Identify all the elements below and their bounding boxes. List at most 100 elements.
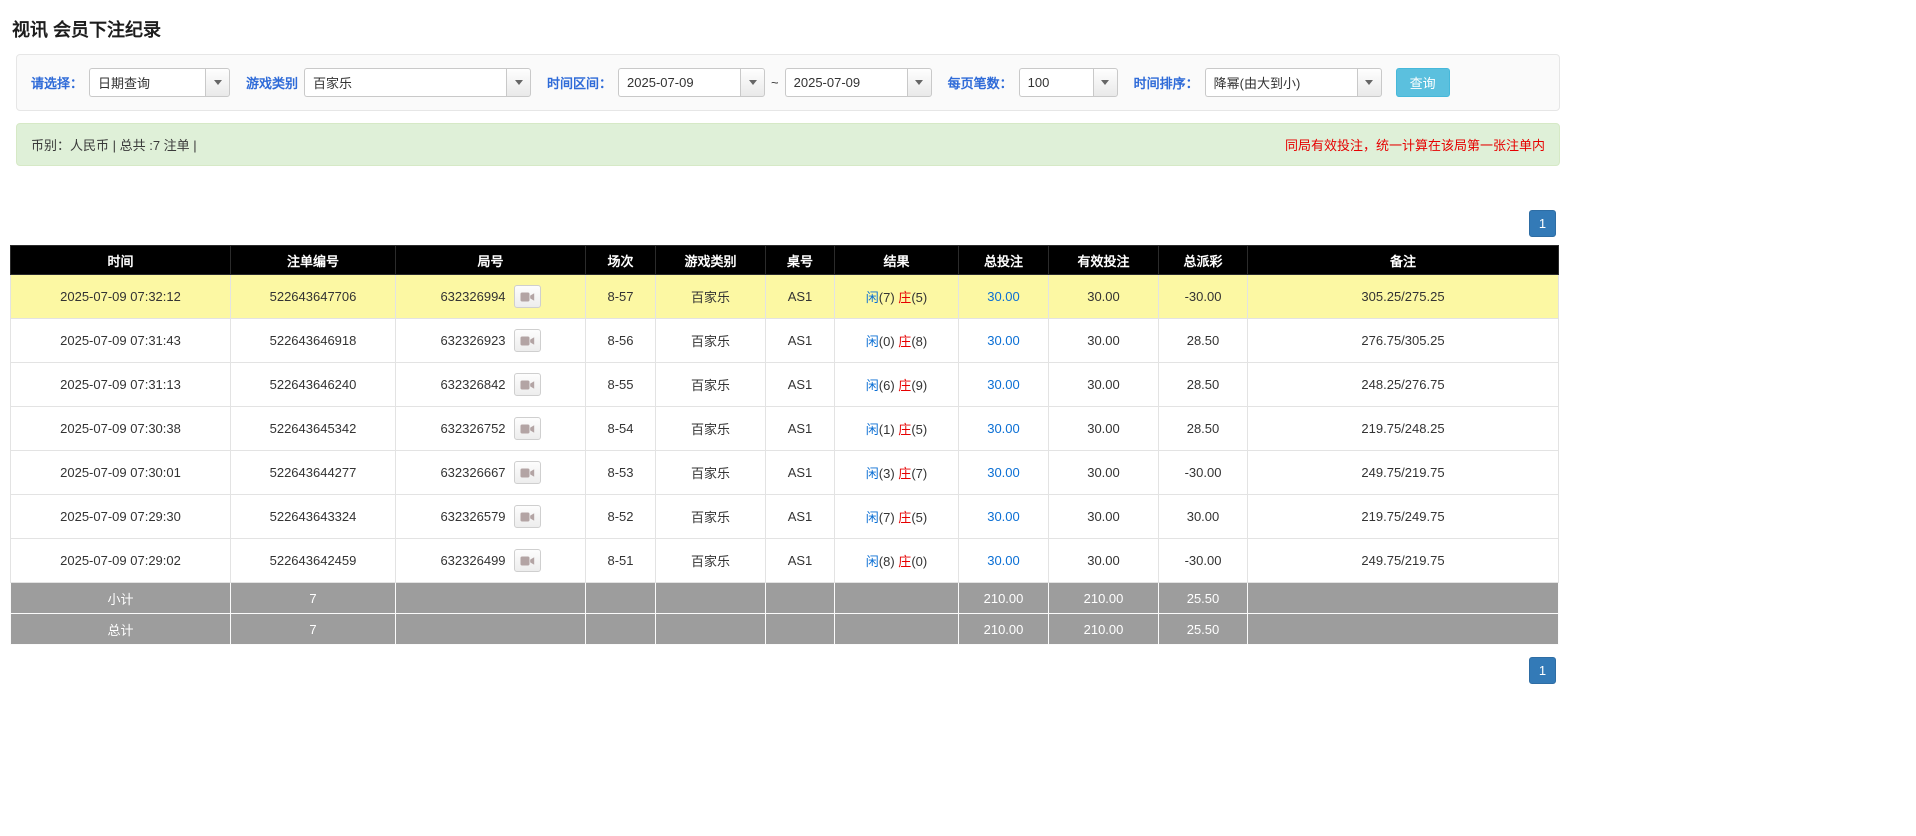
cell-time: 2025-07-09 07:30:38 bbox=[10, 406, 231, 451]
cell-total-bet: 30.00 bbox=[958, 450, 1049, 495]
game-type-dropdown-button[interactable] bbox=[506, 68, 532, 97]
result-banker: 庄 bbox=[898, 378, 912, 393]
cell-total-bet: 30.00 bbox=[958, 318, 1049, 363]
page-number-button[interactable]: 1 bbox=[1529, 657, 1556, 684]
cell-bet-id: 522643643324 bbox=[230, 494, 396, 539]
total-bet-link[interactable]: 30.00 bbox=[987, 553, 1020, 568]
video-replay-button[interactable] bbox=[513, 285, 541, 308]
cell-valid-bet: 30.00 bbox=[1048, 538, 1159, 583]
cell-valid-bet: 30.00 bbox=[1048, 274, 1159, 319]
cell-table-no: AS1 bbox=[765, 450, 835, 495]
page-number-button[interactable]: 1 bbox=[1529, 210, 1556, 237]
header-valid-bet: 有效投注 bbox=[1048, 245, 1159, 275]
time-sort-input[interactable] bbox=[1204, 68, 1357, 97]
total-bet-link[interactable]: 30.00 bbox=[987, 289, 1020, 304]
filter-bar: 请选择： 游戏类别 时间区间： ~ 每页笔数： 时间排序： bbox=[16, 54, 1560, 111]
cell-game-type: 百家乐 bbox=[655, 274, 766, 319]
cell-session: 8-57 bbox=[585, 274, 656, 319]
header-session: 场次 bbox=[585, 245, 656, 275]
cell-time: 2025-07-09 07:30:01 bbox=[10, 450, 231, 495]
cell-valid-bet: 30.00 bbox=[1048, 318, 1159, 363]
video-replay-button[interactable] bbox=[513, 329, 541, 352]
select-type-input[interactable] bbox=[89, 68, 206, 97]
cell-payout: -30.00 bbox=[1158, 538, 1248, 583]
cell-payout: 28.50 bbox=[1158, 362, 1248, 407]
page-size-dropdown-button[interactable] bbox=[1092, 68, 1118, 97]
currency-total-text: 币别：人民币 | 总共 :7 注单 | bbox=[31, 138, 197, 153]
time-sort-label: 时间排序： bbox=[1133, 76, 1199, 91]
date-from-dropdown-button[interactable] bbox=[740, 68, 766, 97]
subtotal-valid-bet: 210.00 bbox=[1048, 582, 1159, 614]
grand-total-total-bet: 210.00 bbox=[958, 613, 1049, 645]
cell-time: 2025-07-09 07:29:30 bbox=[10, 494, 231, 539]
subtotal-count: 7 bbox=[230, 582, 396, 614]
cell-total-bet: 30.00 bbox=[958, 406, 1049, 451]
round-id-text: 632326499 bbox=[440, 553, 506, 568]
page-size-combobox bbox=[1018, 68, 1118, 97]
round-id-text: 632326579 bbox=[440, 509, 506, 524]
date-to-dropdown-button[interactable] bbox=[906, 68, 932, 97]
game-type-input[interactable] bbox=[304, 68, 507, 97]
page-content: 视讯 会员下注纪录 请选择： 游戏类别 时间区间： ~ 每页笔数： 时间排序： bbox=[0, 0, 1560, 684]
header-time: 时间 bbox=[10, 245, 231, 275]
cell-session: 8-51 bbox=[585, 538, 656, 583]
cell-result: 闲(6) 庄(9) bbox=[834, 362, 959, 407]
video-replay-button[interactable] bbox=[513, 417, 541, 440]
search-button[interactable]: 查询 bbox=[1395, 68, 1450, 97]
result-banker: 庄 bbox=[898, 334, 912, 349]
video-replay-button[interactable] bbox=[513, 549, 541, 572]
cell-remark: 248.25/276.75 bbox=[1247, 362, 1559, 407]
round-id-text: 632326923 bbox=[440, 333, 506, 348]
date-from-input[interactable] bbox=[618, 68, 741, 97]
video-replay-button[interactable] bbox=[513, 505, 541, 528]
cell-result: 闲(1) 庄(5) bbox=[834, 406, 959, 451]
cell-session: 8-54 bbox=[585, 406, 656, 451]
date-to-combobox bbox=[784, 68, 932, 97]
cell-result: 闲(8) 庄(0) bbox=[834, 538, 959, 583]
cell-total-bet: 30.00 bbox=[958, 362, 1049, 407]
cell-game-type: 百家乐 bbox=[655, 362, 766, 407]
grand-total-row: 总计 7 210.00 210.00 25.50 bbox=[10, 613, 1559, 645]
total-bet-link[interactable]: 30.00 bbox=[987, 509, 1020, 524]
total-bet-link[interactable]: 30.00 bbox=[987, 421, 1020, 436]
date-to-input[interactable] bbox=[784, 68, 907, 97]
cell-game-type: 百家乐 bbox=[655, 494, 766, 539]
video-replay-icon bbox=[520, 556, 534, 565]
video-replay-icon bbox=[520, 512, 534, 521]
time-sort-dropdown-button[interactable] bbox=[1356, 68, 1382, 97]
cell-game-type: 百家乐 bbox=[655, 450, 766, 495]
cell-session: 8-52 bbox=[585, 494, 656, 539]
total-bet-link[interactable]: 30.00 bbox=[987, 465, 1020, 480]
game-type-label: 游戏类别 bbox=[246, 76, 299, 91]
cell-time: 2025-07-09 07:31:13 bbox=[10, 362, 231, 407]
cell-bet-id: 522643644277 bbox=[230, 450, 396, 495]
header-total-bet: 总投注 bbox=[958, 245, 1049, 275]
cell-time: 2025-07-09 07:32:12 bbox=[10, 274, 231, 319]
header-table-no: 桌号 bbox=[765, 245, 835, 275]
result-player-score: (6) bbox=[878, 378, 899, 393]
cell-payout: -30.00 bbox=[1158, 450, 1248, 495]
result-player-score: (3) bbox=[878, 466, 899, 481]
cell-game-type: 百家乐 bbox=[655, 318, 766, 363]
result-banker-score: (7) bbox=[911, 466, 928, 481]
video-replay-button[interactable] bbox=[513, 373, 541, 396]
cell-session: 8-55 bbox=[585, 362, 656, 407]
header-round-id: 局号 bbox=[395, 245, 586, 275]
page-size-input[interactable] bbox=[1018, 68, 1093, 97]
total-bet-link[interactable]: 30.00 bbox=[987, 377, 1020, 392]
header-game-type: 游戏类别 bbox=[655, 245, 766, 275]
total-bet-link[interactable]: 30.00 bbox=[987, 333, 1020, 348]
cell-bet-id: 522643646918 bbox=[230, 318, 396, 363]
cell-payout: 28.50 bbox=[1158, 318, 1248, 363]
video-replay-button[interactable] bbox=[513, 461, 541, 484]
cell-payout: 28.50 bbox=[1158, 406, 1248, 451]
result-banker-score: (5) bbox=[911, 510, 928, 525]
table-row: 2025-07-09 07:30:01 522643644277 632326667… bbox=[10, 450, 1559, 495]
result-player-score: (1) bbox=[878, 422, 899, 437]
table-header-row: 时间 注单编号 局号 场次 游戏类别 桌号 结果 总投注 有效投注 总派彩 备注 bbox=[10, 245, 1559, 275]
header-payout: 总派彩 bbox=[1158, 245, 1248, 275]
grand-total-valid-bet: 210.00 bbox=[1048, 613, 1159, 645]
cell-total-bet: 30.00 bbox=[958, 538, 1049, 583]
select-type-dropdown-button[interactable] bbox=[205, 68, 231, 97]
round-id-text: 632326842 bbox=[440, 377, 506, 392]
